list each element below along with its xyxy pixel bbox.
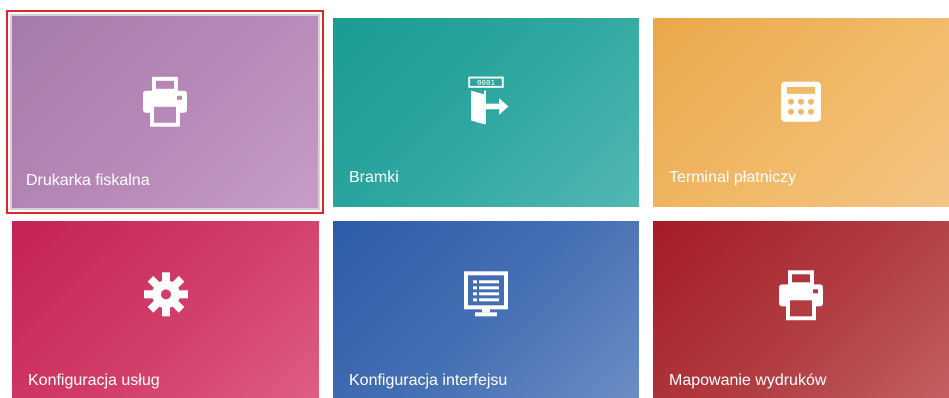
- tile-fiscal-printer[interactable]: Drukarka fiskalna: [6, 10, 324, 214]
- tile-services-config[interactable]: Konfiguracja usług: [12, 221, 319, 398]
- tile-label: Bramki: [349, 169, 399, 186]
- tile-label: Konfiguracja interfejsu: [349, 372, 508, 389]
- gate-exit-icon: 0001: [458, 73, 514, 129]
- tile-label: Terminal płatniczy: [669, 169, 797, 186]
- tile-gates[interactable]: 0001 Bramki: [333, 18, 639, 207]
- gear-icon: [138, 266, 194, 322]
- calculator-icon: [773, 73, 829, 129]
- printer-icon: [773, 266, 829, 322]
- tile-label: Mapowanie wydruków: [669, 372, 827, 389]
- tile-printout-mapping[interactable]: Mapowanie wydruków: [653, 221, 949, 398]
- monitor-list-icon: [458, 266, 514, 322]
- tile-grid: Drukarka fiskalna 0001 Bramki Terminal p…: [0, 0, 949, 398]
- tile-label: Drukarka fiskalna: [26, 172, 150, 189]
- svg-text:0001: 0001: [477, 78, 495, 87]
- tile-interface-config[interactable]: Konfiguracja interfejsu: [333, 221, 639, 398]
- printer-icon: [137, 73, 193, 129]
- tile-label: Konfiguracja usług: [28, 372, 160, 389]
- tile-payment-terminal[interactable]: Terminal płatniczy: [653, 18, 949, 207]
